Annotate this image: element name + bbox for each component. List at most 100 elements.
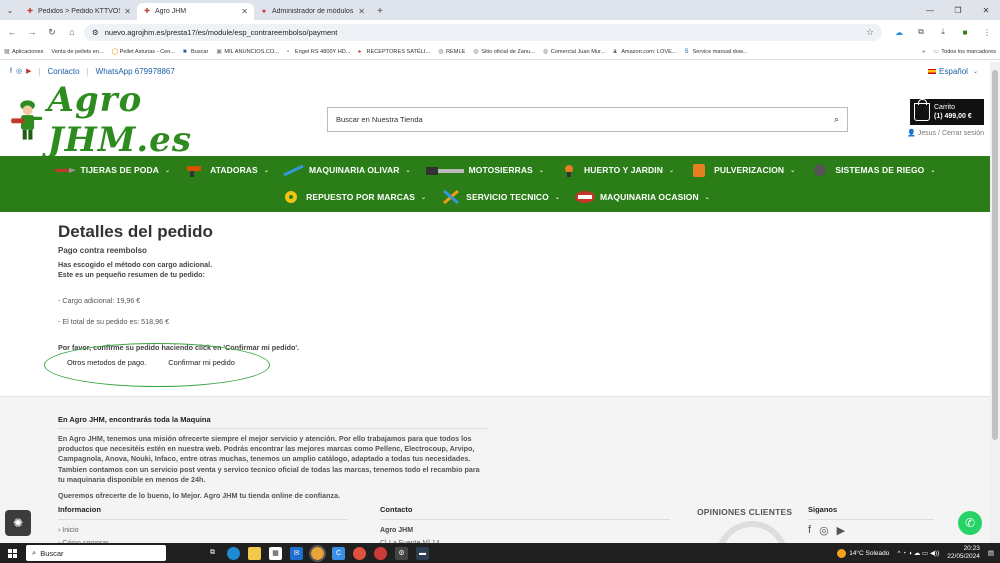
bookmark-favicon-icon: S [684, 48, 689, 55]
bookmark-item[interactable]: ◍ Sitio oficial de Zanu... [473, 49, 534, 55]
weather-widget[interactable]: 14°C Soleado [837, 548, 889, 558]
bookmark-item[interactable]: Venta de pellets en... [51, 49, 103, 55]
task-view-icon[interactable]: ⧉ [206, 547, 219, 560]
reload-icon[interactable]: ↻ [44, 24, 60, 40]
footer-about-text: Queremos ofrecerte de lo bueno, lo Mejor… [58, 491, 341, 501]
footer-link-inicio[interactable]: › Inicio [58, 524, 348, 537]
scrollbar-thumb[interactable] [992, 70, 998, 440]
nav-sistemas-de-riego[interactable]: SISTEMAS DE RIEGO ⌄ [809, 163, 935, 177]
app-icon[interactable] [374, 546, 387, 560]
other-payment-methods-link[interactable]: Otros metodos de pago. [67, 358, 146, 367]
site-info-icon[interactable]: ⚙ [92, 28, 99, 37]
chevron-down-icon: ⌄ [421, 194, 427, 201]
close-tab-icon[interactable]: ✕ [124, 7, 131, 16]
restore-icon[interactable]: ❐ [944, 0, 972, 20]
cookie-settings-icon[interactable]: ✺ [5, 510, 31, 536]
instagram-icon[interactable]: ◎ [16, 67, 22, 75]
cloud-extension-icon[interactable]: ☁ [890, 24, 908, 40]
site-logo[interactable]: Agro JHM.es [8, 80, 253, 160]
more-bookmarks-button[interactable]: » [922, 49, 925, 55]
bookmark-apps[interactable]: ▦ Aplicaciones [4, 49, 43, 55]
app-icon[interactable]: C [332, 546, 345, 560]
prestashop-favicon-icon: ● [261, 7, 267, 15]
taskbar-search[interactable]: ⌕ Buscar [26, 545, 166, 561]
app-icon[interactable]: ▬ [416, 546, 429, 560]
facebook-icon[interactable]: f [808, 524, 811, 537]
home-icon[interactable]: ⌂ [64, 24, 80, 40]
chrome-icon[interactable] [309, 544, 326, 562]
chevron-down-icon: ⌄ [263, 167, 269, 174]
edge-icon[interactable] [227, 546, 240, 560]
page-scrollbar[interactable] [990, 62, 1000, 543]
chrome-profile-icon[interactable] [353, 546, 366, 560]
cart-button[interactable]: Carrito (1) 499,00 € [910, 99, 984, 125]
mail-icon[interactable]: ✉ [290, 546, 303, 560]
tab-search-icon[interactable]: ⌄ [0, 0, 20, 20]
nav-servicio-tecnico[interactable]: SERVICIO TECNICO ⌄ [440, 190, 560, 204]
bookmark-item[interactable]: ◯ Pellet Asturias - Cen... [112, 49, 175, 55]
logout-link[interactable]: Cerrar sesión [942, 130, 984, 137]
contact-link[interactable]: Contacto [48, 67, 80, 76]
nav-huerto-y-jardin[interactable]: HUERTO Y JARDIN ⌄ [558, 163, 674, 177]
all-bookmarks[interactable]: ▭ Todos los marcadores [933, 49, 996, 55]
account-user-link[interactable]: Jesus [918, 130, 936, 137]
confirm-order-button[interactable]: Confirmar mi pedido [168, 358, 235, 367]
windows-start-icon[interactable] [0, 543, 24, 563]
minimize-icon[interactable]: — [916, 0, 944, 20]
nav-maquinaria-olivar[interactable]: MAQUINARIA OLIVAR ⌄ [283, 163, 411, 177]
search-input[interactable] [336, 115, 834, 124]
nav-motosierras[interactable]: MOTOSIERRAS ⌄ [425, 163, 544, 177]
main-navigation: TIJERAS DE PODA ⌄ ATADORAS ⌄ MAQUINARIA OL… [0, 156, 990, 212]
bookmark-item[interactable]: ▸ RECEPTORES SATÉLI... [358, 49, 430, 55]
bookmark-item[interactable]: ◍ Comercial Juan Mur... [543, 49, 605, 55]
nav-tijeras-de-poda[interactable]: TIJERAS DE PODA ⌄ [54, 163, 170, 177]
youtube-icon[interactable]: ▶ [26, 67, 31, 75]
youtube-icon[interactable]: ▶ [837, 524, 845, 537]
nav-atadoras[interactable]: ATADORAS ⌄ [184, 163, 269, 177]
new-tab-button[interactable]: + [371, 3, 389, 20]
extensions-icon[interactable]: ⧉ [912, 24, 930, 40]
close-window-icon[interactable]: ✕ [972, 0, 1000, 20]
close-tab-icon[interactable]: ✕ [358, 7, 365, 16]
bookmark-item[interactable]: S Service manual dow... [685, 49, 748, 55]
bookmark-favicon-icon: ▸ [358, 48, 362, 55]
tab-pedidos[interactable]: ✚ Pedidos > Pedido KTTVOSJQS ... ✕ [20, 3, 137, 20]
extra-charge: - Cargo adicional: 19,96 € [58, 296, 141, 305]
file-explorer-icon[interactable] [248, 546, 261, 560]
language-selector[interactable]: Español ⌄ [928, 62, 978, 80]
close-tab-icon[interactable]: ✕ [241, 7, 248, 16]
bookmark-item[interactable]: ◍ REMLE [438, 49, 465, 55]
whatsapp-chat-icon[interactable]: ✆ [958, 511, 982, 535]
bookmark-item[interactable]: a Amazon.com: LOVE... [613, 49, 676, 55]
tray-icons[interactable]: ^ ◔ ◑ ☁ ▭ ◀)) [897, 549, 939, 557]
back-icon[interactable]: ← [4, 24, 20, 40]
nav-pulverizacion[interactable]: PULVERIZACION ⌄ [688, 163, 795, 177]
url-field[interactable]: ⚙ nuevo.agrojhm.es/presta17/es/module/es… [84, 23, 882, 41]
bookmark-item[interactable]: ■ Buscar [183, 49, 208, 55]
store-icon[interactable]: ▦ [269, 546, 282, 560]
bookmark-item[interactable]: ▪ Engel RS 4800Y HD... [287, 49, 351, 55]
menu-dots-icon[interactable]: ⋮ [978, 24, 996, 40]
whatsapp-link[interactable]: WhatsApp 679978867 [96, 67, 175, 76]
nav-maquinaria-ocasion[interactable]: MAQUINARIA OCASION ⌄ [574, 190, 710, 204]
download-icon[interactable]: ⤓ [934, 24, 952, 40]
instagram-icon[interactable]: ◎ [819, 524, 829, 537]
tab-agrojhm[interactable]: ✚ Agro JHM ✕ [137, 3, 254, 20]
bookmark-star-icon[interactable]: ☆ [866, 27, 874, 38]
notifications-icon[interactable]: ▤ [988, 549, 994, 557]
customer-reviews-title: OPINIONES CLIENTES [697, 507, 793, 517]
nav-repuesto-por-marcas[interactable]: REPUESTO POR MARCAS ⌄ [280, 190, 426, 204]
facebook-icon[interactable]: f [10, 68, 12, 75]
profile-icon[interactable]: ■ [956, 24, 974, 40]
search-icon[interactable]: ⌕ [834, 114, 839, 125]
settings-icon[interactable]: ⚙ [395, 546, 408, 560]
order-intro-line: Has escogido el método con cargo adicion… [58, 260, 213, 269]
agrojhm-favicon-icon: ✚ [144, 7, 150, 15]
forward-icon[interactable]: → [24, 24, 40, 40]
search-box[interactable]: ⌕ [327, 107, 848, 132]
tab-modulos[interactable]: ● Administrador de módulos • Ag... ✕ [254, 3, 371, 20]
amazon-icon: a [613, 48, 617, 55]
divider: / [938, 129, 940, 137]
clock[interactable]: 20:23 22/05/2024 [947, 545, 980, 561]
bookmark-item[interactable]: ▣ MIL ANUNCIOS.CO... [216, 49, 279, 55]
